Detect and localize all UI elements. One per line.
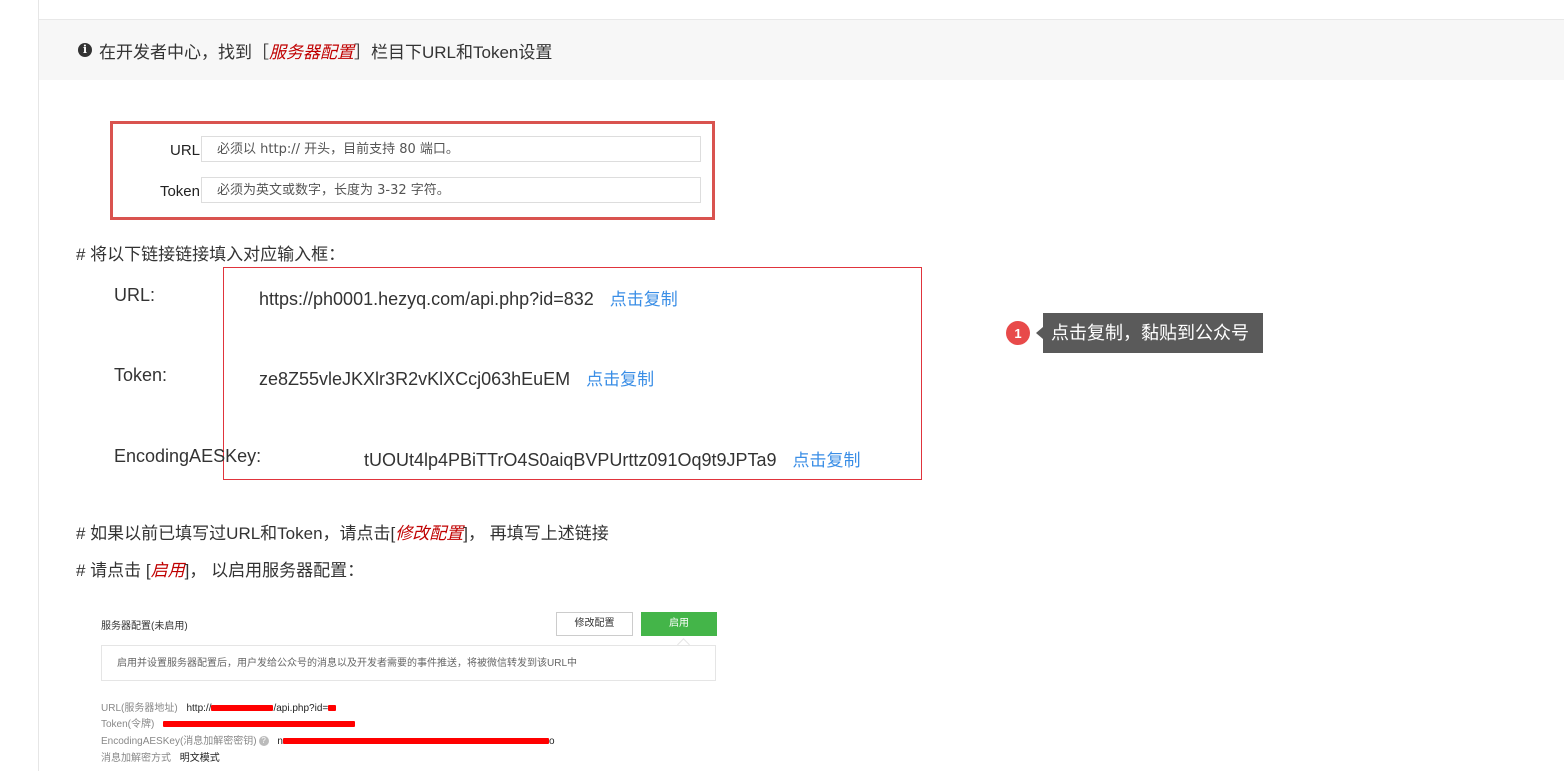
url-label: URL: [114, 285, 156, 305]
instruction-enable-prefix: # 请点击 [ [76, 561, 151, 580]
instruction-modify-prefix: # 如果以前已填写过URL和Token，请点击[ [76, 524, 396, 543]
instruction-modify-suffix: ]， 再填写上述链接 [463, 524, 609, 543]
url-value-row: https://ph0001.hezyq.com/api.php?id=832 点… [259, 285, 678, 310]
server-url-path: /api.php?id= [273, 703, 329, 714]
redaction-mark [163, 721, 356, 728]
aes-value[interactable]: tUOUt4lp4PBiTTrO4S0aiqBVPUrttz091Oq9t9JP… [364, 450, 777, 470]
info-icon: i [78, 43, 92, 57]
server-aes-value: no [277, 736, 554, 747]
copy-aes-link[interactable]: 点击复制 [793, 451, 861, 470]
enable-button: 启用 [641, 612, 717, 636]
server-config-description: 启用并设置服务器配置后，用户发给公众号的消息以及开发者需要的事件推送，将被微信转… [101, 645, 716, 681]
step-badge: 1 [1006, 321, 1030, 345]
server-mode-row: 消息加解密方式 明文模式 [101, 749, 220, 764]
copy-url-link[interactable]: 点击复制 [610, 290, 678, 309]
instruction-enable-emphasis: 启用 [150, 561, 185, 580]
redaction-mark [211, 705, 274, 712]
tooltip-arrow [1036, 327, 1043, 339]
instruction-fill-links: # 将以下链接链接填入对应输入框： [76, 245, 346, 264]
help-icon: ? [258, 736, 269, 747]
redaction-mark [328, 705, 337, 712]
instruction-modify: # 如果以前已填写过URL和Token，请点击[修改配置]， 再填写上述链接 [76, 519, 609, 544]
server-config-screenshot: 服务器配置(未启用) 修改配置 启用 启用并设置服务器配置后，用户发给公众号的消… [101, 605, 721, 771]
copy-token-link[interactable]: 点击复制 [586, 370, 654, 389]
notice-prefix: 在开发者中心，找到［ [99, 42, 269, 62]
server-token-label: Token(令牌) [101, 719, 155, 730]
url-row: URL 必须以 http:// 开头，目前支持 80 端口。 [113, 136, 712, 166]
aes-value-row: tUOUt4lp4PBiTTrO4S0aiqBVPUrttz091Oq9t9JP… [364, 446, 861, 471]
url-value[interactable]: https://ph0001.hezyq.com/api.php?id=832 [259, 289, 594, 309]
token-label: Token: [114, 365, 168, 385]
token-value-row: ze8Z55vleJKXlr3R2vKlXCcj063hEuEM 点击复制 [259, 365, 654, 390]
url-form-label: URL [169, 142, 200, 159]
copy-tooltip: 1 点击复制，黏贴到公众号 [1006, 313, 1263, 353]
server-url-row: URL(服务器地址) http:// /api.php?id= [101, 699, 337, 714]
server-url-label: URL(服务器地址) [101, 703, 178, 714]
token-form-label: Token [159, 183, 200, 200]
modify-config-button: 修改配置 [556, 612, 633, 636]
server-aes-label: EncodingAESKey(消息加解密密钥) [101, 736, 257, 747]
server-mode-value: 明文模式 [179, 753, 220, 764]
redaction-mark [282, 738, 549, 745]
instruction-enable: # 请点击 [启用]， 以启用服务器配置： [76, 556, 364, 581]
notice-suffix: ］栏目下URL和Token设置 [354, 42, 553, 62]
token-form-input: 必须为英文或数字，长度为 3-32 字符。 [201, 177, 701, 203]
server-aes-row: EncodingAESKey(消息加解密密钥)? no [101, 732, 555, 747]
server-url-prefix: http:// [186, 703, 212, 714]
server-token-value [163, 719, 356, 730]
server-config-title: 服务器配置(未启用) [101, 621, 188, 632]
server-token-row: Token(令牌) [101, 715, 356, 730]
server-aes-suffix: o [548, 736, 555, 747]
notice-emphasis: 服务器配置 [269, 42, 354, 62]
instruction-enable-suffix: ]， 以启用服务器配置： [184, 561, 365, 580]
left-divider [38, 0, 39, 771]
token-row: Token 必须为英文或数字，长度为 3-32 字符。 [113, 177, 712, 207]
server-url-value: http:// /api.php?id= [186, 703, 337, 714]
instruction-modify-emphasis: 修改配置 [395, 524, 464, 543]
server-mode-label: 消息加解密方式 [101, 753, 171, 764]
notice-bar: i 在开发者中心，找到［ 服务器配置 ］栏目下URL和Token设置 [39, 20, 1564, 80]
tooltip-text: 点击复制，黏贴到公众号 [1043, 313, 1263, 353]
aes-label: EncodingAESKey: [114, 446, 262, 466]
top-divider [38, 0, 1564, 20]
url-form-input: 必须以 http:// 开头，目前支持 80 端口。 [201, 136, 701, 162]
token-value[interactable]: ze8Z55vleJKXlr3R2vKlXCcj063hEuEM [259, 369, 570, 389]
url-token-form-screenshot: URL 必须以 http:// 开头，目前支持 80 端口。 Token 必须为… [110, 121, 715, 220]
